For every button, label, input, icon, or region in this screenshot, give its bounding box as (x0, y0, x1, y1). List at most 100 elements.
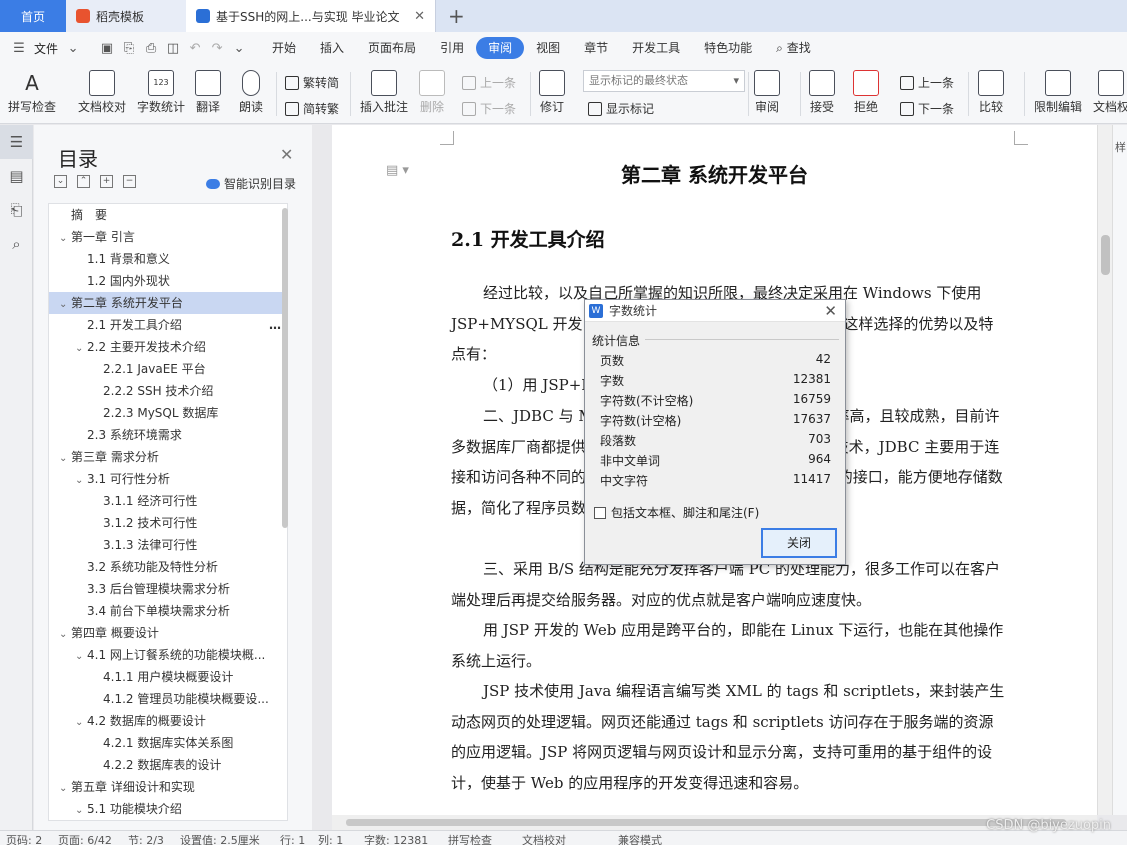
toc-item[interactable]: ⌄ 第五章 详细设计和实现 (49, 776, 287, 798)
toc-item[interactable]: ⌄ 第一章 引言 (49, 226, 287, 248)
show-markup-button[interactable]: 显示标记 (588, 100, 654, 117)
toc-item[interactable]: 摘 要 (49, 204, 287, 226)
vertical-scrollbar[interactable] (1097, 125, 1112, 815)
save-icon[interactable]: ▣ (96, 41, 118, 56)
review-pane-button[interactable]: 审阅 (754, 70, 780, 114)
new-tab-button[interactable]: + (436, 0, 477, 32)
pages-nav-icon[interactable]: ▤ (0, 159, 33, 193)
toc-item[interactable]: ⌄ 4.1 网上订餐系统的功能模块概... (49, 644, 287, 666)
expand-toggle-icon[interactable]: ⌄ (59, 294, 71, 316)
insert-comment-button[interactable]: 插入批注 (360, 70, 408, 114)
track-changes-button[interactable]: 修订 (539, 70, 565, 114)
toc-item[interactable]: 3.1.2 技术可行性 (49, 512, 287, 534)
toc-item[interactable]: 2.2.1 JavaEE 平台 (49, 358, 287, 380)
toc-item[interactable]: 4.2.1 数据库实体关系图 (49, 732, 287, 754)
toc-item[interactable]: 4.1.2 管理员功能模块概要设... (49, 688, 287, 710)
add-heading-icon[interactable]: + (100, 175, 113, 188)
expand-toggle-icon[interactable]: ⌄ (75, 800, 87, 820)
toc-scrollbar[interactable] (282, 208, 288, 528)
menu-tab-view[interactable]: 视图 (524, 37, 572, 59)
restrict-edit-button[interactable]: 限制编辑 (1034, 70, 1082, 114)
menu-tab-insert[interactable]: 插入 (308, 37, 356, 59)
toc-item[interactable]: 3.1.3 法律可行性 (49, 534, 287, 556)
tab-home[interactable]: 首页 (0, 0, 66, 32)
prev-change-button[interactable]: 上一条 (900, 74, 954, 91)
toc-item[interactable]: 2.2.2 SSH 技术介绍 (49, 380, 287, 402)
close-button[interactable]: 关闭 (761, 528, 837, 558)
expand-toggle-icon[interactable]: ⌄ (59, 624, 71, 646)
toc-item[interactable]: ⌄ 第三章 需求分析 (49, 446, 287, 468)
toc-item[interactable]: 3.3 后台管理模块需求分析 (49, 578, 287, 600)
include-textbox-checkbox[interactable]: 包括文本框、脚注和尾注(F) (594, 504, 759, 521)
dialog-title-bar[interactable]: W 字数统计 ✕ (585, 300, 845, 322)
read-aloud-button[interactable]: 朗读 (239, 70, 263, 114)
print-icon[interactable]: ⎙ (140, 41, 162, 56)
markup-state-select[interactable]: 显示标记的最终状态 (583, 70, 745, 92)
search-button[interactable]: ⌕ 查找 (764, 37, 823, 59)
toc-item[interactable]: 4.2.2 数据库表的设计 (49, 754, 287, 776)
doc-rights-button[interactable]: 文档权 (1093, 70, 1127, 114)
toc-item[interactable]: 3.1.1 经济可行性 (49, 490, 287, 512)
collapse-all-icon[interactable]: ⌃ (77, 175, 90, 188)
next-change-button[interactable]: 下一条 (900, 100, 954, 117)
toc-item[interactable]: ⌄ 3.1 可行性分析 (49, 468, 287, 490)
status-spell-check[interactable]: 拼写检查 (448, 832, 492, 845)
menu-tab-layout[interactable]: 页面布局 (356, 37, 428, 59)
close-icon[interactable]: ✕ (280, 145, 293, 164)
menu-tab-references[interactable]: 引用 (428, 37, 476, 59)
undo-icon[interactable]: ↶ (184, 41, 206, 56)
customize-icon[interactable]: ⌄ (228, 41, 250, 56)
menu-tab-review[interactable]: 审阅 (476, 37, 525, 59)
toc-item[interactable]: 2.1 开发工具介绍… (49, 314, 287, 336)
export-icon[interactable]: ⎘ (118, 41, 140, 56)
delete-comment-button[interactable]: 删除 (419, 70, 445, 114)
expand-toggle-icon[interactable]: ⌄ (75, 646, 87, 668)
simp-to-trad-button[interactable]: 简转繁 (285, 100, 339, 117)
menu-tab-features[interactable]: 特色功能 (692, 37, 764, 59)
expand-toggle-icon[interactable]: ⌄ (75, 338, 87, 360)
toc-item[interactable]: 4.1.1 用户模块概要设计 (49, 666, 287, 688)
toc-item[interactable]: ⌄ 4.2 数据库的概要设计 (49, 710, 287, 732)
next-comment-button[interactable]: 下一条 (462, 100, 516, 117)
scroll-thumb[interactable] (346, 819, 1066, 826)
expand-all-icon[interactable]: ⌄ (54, 175, 67, 188)
trad-to-simp-button[interactable]: 繁转简 (285, 74, 339, 91)
translate-button[interactable]: 翻译 (195, 70, 221, 114)
redo-icon[interactable]: ↷ (206, 41, 228, 56)
toc-item[interactable]: ⌄ 第四章 概要设计 (49, 622, 287, 644)
print-preview-icon[interactable]: ◫ (162, 41, 184, 56)
status-words[interactable]: 字数: 12381 (364, 832, 428, 845)
find-nav-icon[interactable]: ⌕ (0, 227, 33, 261)
expand-toggle-icon[interactable]: ⌄ (75, 712, 87, 734)
more-options-icon[interactable]: … (269, 314, 281, 336)
status-page[interactable]: 页面: 6/42 (58, 832, 112, 845)
toc-item[interactable]: 1.1 背景和意义 (49, 248, 287, 270)
doc-proof-button[interactable]: 文档校对 (78, 70, 126, 114)
expand-toggle-icon[interactable]: ⌄ (59, 448, 71, 470)
toc-item[interactable]: 2.2.3 MySQL 数据库 (49, 402, 287, 424)
smart-toc-button[interactable]: 智能识别目录 (206, 175, 296, 192)
expand-toggle-icon[interactable]: ⌄ (59, 228, 71, 250)
close-icon[interactable]: ✕ (824, 302, 837, 320)
remove-heading-icon[interactable]: − (123, 175, 136, 188)
spell-check-button[interactable]: A 拼写检查 (8, 70, 56, 114)
accept-button[interactable]: 接受 (809, 70, 835, 114)
word-count-button[interactable]: 123 字数统计 (137, 70, 185, 114)
bookmark-nav-icon[interactable]: ⎗ (0, 193, 33, 227)
toc-item[interactable]: 1.2 国内外现状 (49, 270, 287, 292)
horizontal-scrollbar[interactable] (332, 815, 1097, 830)
toc-item[interactable]: ⌄ 5.1 功能模块介绍 (49, 798, 287, 820)
close-tab-icon[interactable]: ✕ (404, 9, 425, 24)
status-doc-proof[interactable]: 文档校对 (522, 832, 566, 845)
menu-tab-developer[interactable]: 开发工具 (620, 37, 692, 59)
checkbox-box[interactable] (594, 506, 606, 519)
expand-toggle-icon[interactable]: ⌄ (59, 778, 71, 800)
tab-document[interactable]: 基于SSH的网上...与实现 毕业论文 ✕ (186, 0, 436, 32)
file-menu[interactable]: ☰ 文件 ⌄ (8, 40, 84, 57)
compare-button[interactable]: 比较 (978, 70, 1004, 114)
toc-item[interactable]: 2.3 系统环境需求 (49, 424, 287, 446)
prev-comment-button[interactable]: 上一条 (462, 74, 516, 91)
menu-tab-home[interactable]: 开始 (260, 37, 308, 59)
menu-tab-chapter[interactable]: 章节 (572, 37, 620, 59)
expand-toggle-icon[interactable]: ⌄ (75, 470, 87, 492)
